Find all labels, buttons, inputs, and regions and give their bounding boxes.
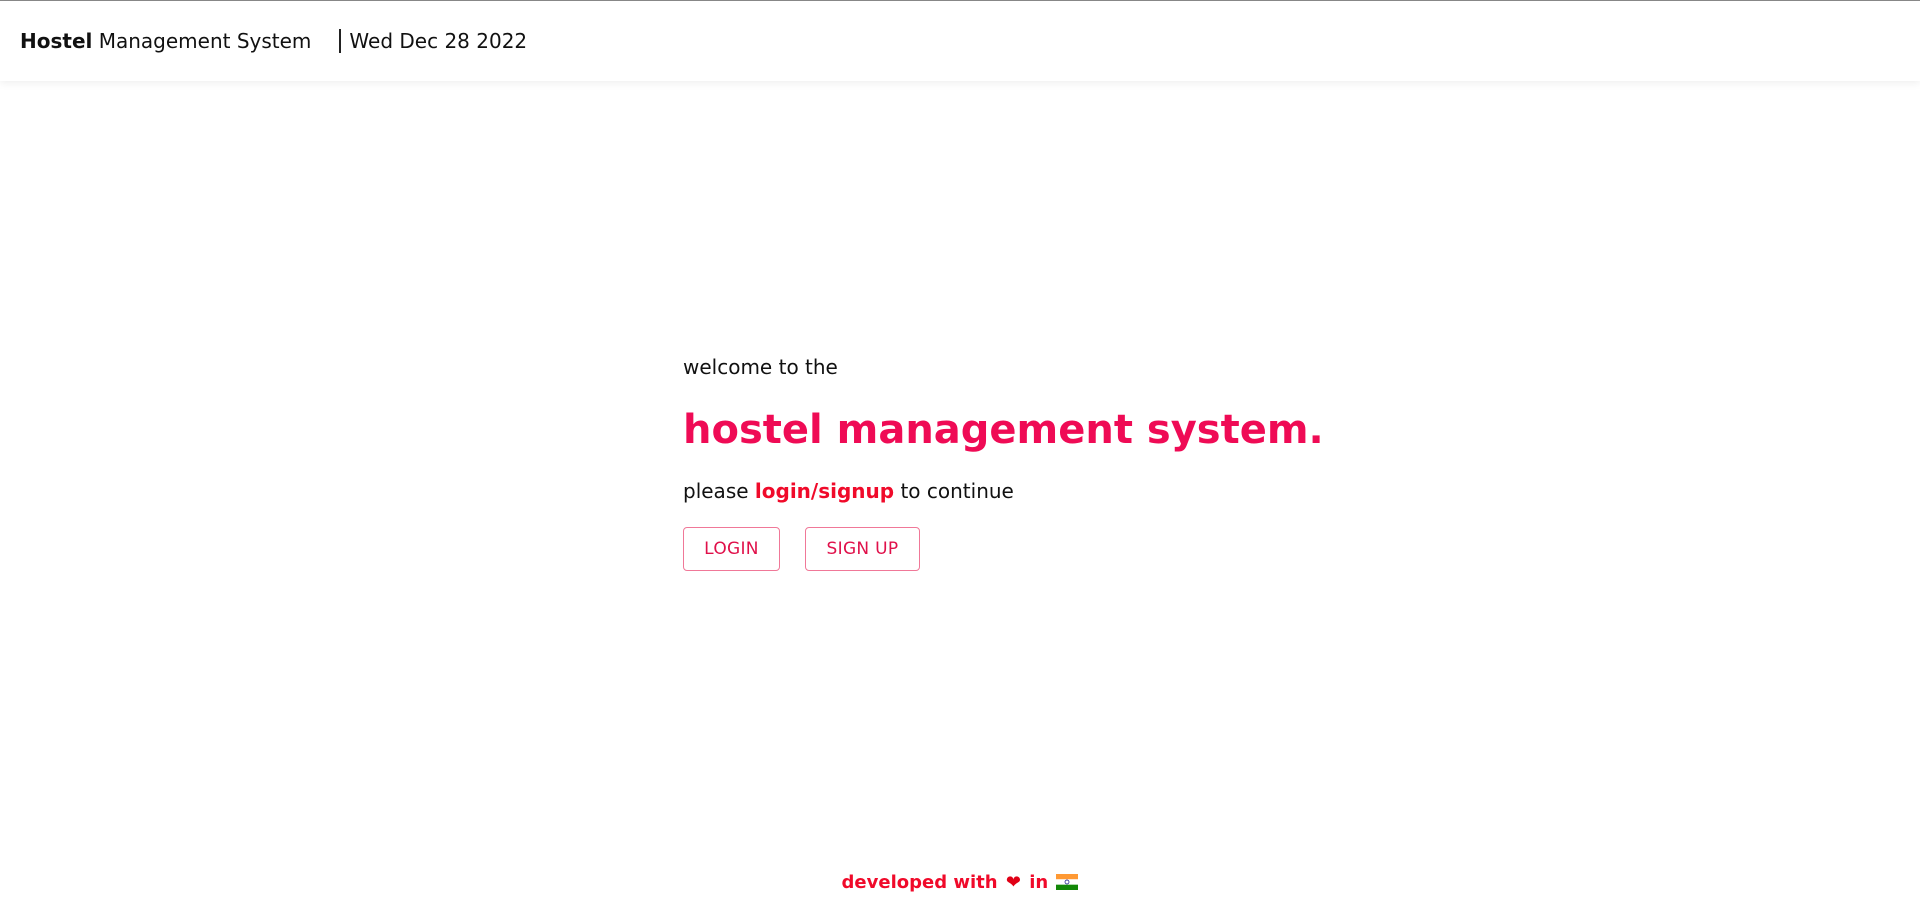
prompt-after: to continue [894, 479, 1014, 503]
auth-buttons: LOGIN SIGN UP [683, 527, 1383, 571]
welcome-text: welcome to the [683, 355, 838, 379]
navbar: Hostel Management System Wed Dec 28 2022 [0, 1, 1920, 81]
brand-rest: Management System [92, 29, 312, 53]
login-prompt: please login/signup to continue [683, 476, 1383, 506]
prompt-before: please [683, 479, 755, 503]
india-flag-icon [1056, 874, 1079, 890]
footer: developed with ❤ in [0, 872, 1920, 893]
footer-text-in: in [1022, 872, 1055, 893]
navbar-divider [339, 29, 342, 53]
hero-section: welcome to the hostel management system.… [683, 352, 1383, 571]
login-signup-emphasis: login/signup [754, 479, 895, 503]
footer-text-before: developed with [841, 872, 1004, 893]
login-button[interactable]: LOGIN [683, 527, 780, 571]
signup-button[interactable]: SIGN UP [805, 527, 920, 571]
current-date: Wed Dec 28 2022 [349, 29, 528, 53]
heart-icon: ❤ [1005, 872, 1021, 893]
brand-strong: Hostel [20, 29, 93, 53]
page-headline: hostel management system. [683, 407, 1324, 453]
brand-title[interactable]: Hostel Management System [20, 29, 311, 53]
